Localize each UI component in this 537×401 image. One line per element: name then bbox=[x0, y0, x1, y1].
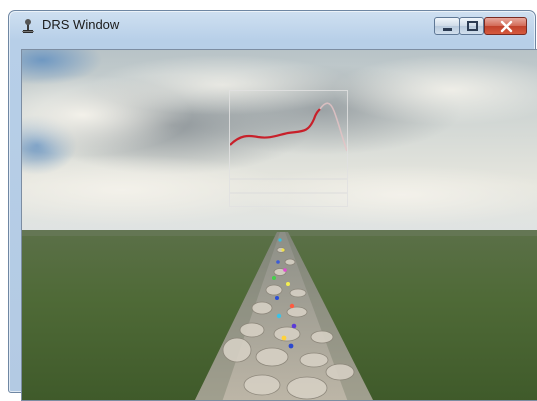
minimize-button[interactable] bbox=[434, 17, 460, 35]
render-viewport[interactable] bbox=[21, 49, 537, 401]
title-bar[interactable]: DRS Window bbox=[9, 11, 535, 39]
close-button[interactable] bbox=[484, 17, 527, 35]
plot-curve bbox=[230, 102, 347, 194]
app-window: DRS Window bbox=[8, 10, 537, 401]
trajectory-plot bbox=[229, 90, 348, 207]
maximize-button[interactable] bbox=[459, 17, 484, 35]
maximize-icon bbox=[467, 21, 478, 31]
close-icon bbox=[500, 20, 513, 33]
window-title: DRS Window bbox=[42, 17, 120, 32]
minimize-icon bbox=[443, 28, 452, 31]
joystick-icon bbox=[20, 18, 36, 34]
